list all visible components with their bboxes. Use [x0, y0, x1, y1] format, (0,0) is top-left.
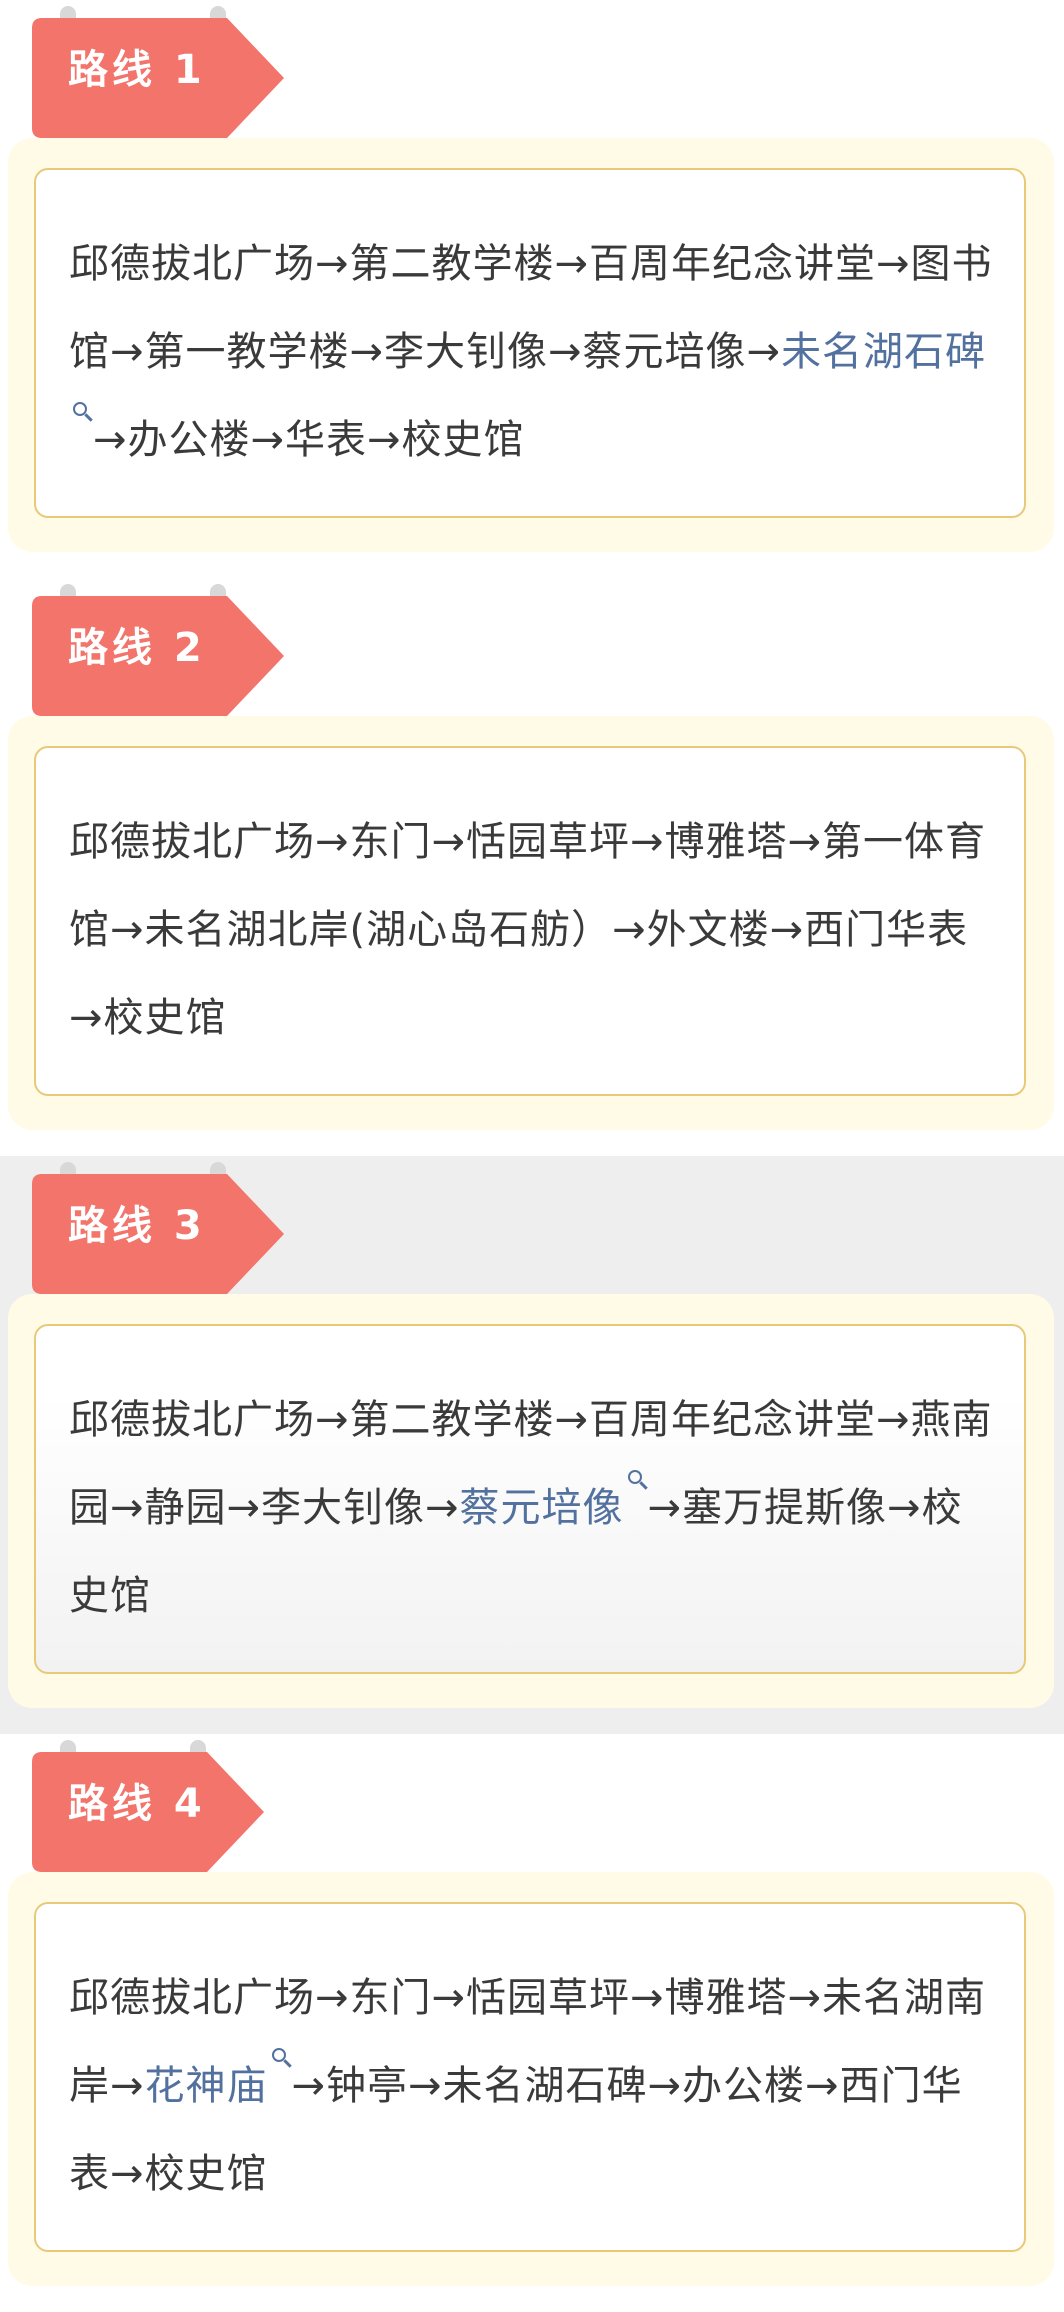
- route-sign-label: 路线 4: [68, 1781, 206, 1827]
- route-path: 邱德拔北广场→东门→恬园草坪→博雅塔→第一体育馆→未名湖北岸(湖心岛石舫）→外文…: [69, 798, 1002, 1062]
- route-section-3: 邱德拔北广场→第二教学楼→百周年纪念讲堂→燕南园→静园→李大钊像→蔡元培像 →塞万…: [0, 1156, 1064, 1734]
- route-sign-label: 路线 2: [68, 625, 206, 671]
- route-text-segment: 邱德拔北广场→东门→恬园草坪→博雅塔→第一体育馆→未名湖北岸(湖心岛石舫）→外文…: [69, 819, 987, 1041]
- route-sign-label: 路线 1: [68, 47, 206, 93]
- route-card: 邱德拔北广场→第二教学楼→百周年纪念讲堂→燕南园→静园→李大钊像→蔡元培像 →塞万…: [34, 1324, 1026, 1674]
- route-card-frame: 邱德拔北广场→第二教学楼→百周年纪念讲堂→燕南园→静园→李大钊像→蔡元培像 →塞万…: [8, 1294, 1054, 1708]
- route-link[interactable]: 蔡元培像: [459, 1470, 648, 1531]
- route-link-label: 花神庙: [144, 2063, 268, 2109]
- route-card: 邱德拔北广场→东门→恬园草坪→博雅塔→第一体育馆→未名湖北岸(湖心岛石舫）→外文…: [34, 746, 1026, 1096]
- route-sign: 路线 3: [32, 1174, 284, 1294]
- route-card-frame: 邱德拔北广场→第二教学楼→百周年纪念讲堂→图书馆→第一教学楼→李大钊像→蔡元培像…: [8, 138, 1054, 552]
- route-sign: 路线 2: [32, 596, 284, 716]
- route-section-1: 邱德拔北广场→第二教学楼→百周年纪念讲堂→图书馆→第一教学楼→李大钊像→蔡元培像…: [0, 0, 1064, 578]
- route-link-label: 未名湖石碑: [781, 329, 987, 375]
- search-icon: [627, 1470, 642, 1484]
- route-link-label: 蔡元培像: [459, 1485, 624, 1531]
- route-card: 邱德拔北广场→第二教学楼→百周年纪念讲堂→图书馆→第一教学楼→李大钊像→蔡元培像…: [34, 168, 1026, 518]
- route-card-frame: 邱德拔北广场→东门→恬园草坪→博雅塔→未名湖南岸→花神庙 →钟亭→未名湖石碑→办公…: [8, 1872, 1054, 2286]
- route-card: 邱德拔北广场→东门→恬园草坪→博雅塔→未名湖南岸→花神庙 →钟亭→未名湖石碑→办公…: [34, 1902, 1026, 2252]
- route-card-frame: 邱德拔北广场→东门→恬园草坪→博雅塔→第一体育馆→未名湖北岸(湖心岛石舫）→外文…: [8, 716, 1054, 1130]
- route-sign-label: 路线 3: [68, 1203, 206, 1249]
- route-path: 邱德拔北广场→东门→恬园草坪→博雅塔→未名湖南岸→花神庙 →钟亭→未名湖石碑→办公…: [69, 1954, 1002, 2218]
- route-section-2: 邱德拔北广场→东门→恬园草坪→博雅塔→第一体育馆→未名湖北岸(湖心岛石舫）→外文…: [0, 578, 1064, 1156]
- route-path: 邱德拔北广场→第二教学楼→百周年纪念讲堂→图书馆→第一教学楼→李大钊像→蔡元培像…: [69, 220, 1002, 484]
- search-icon: [271, 2048, 286, 2062]
- route-sign: 路线 4: [32, 1752, 264, 1872]
- route-text-segment: →办公楼→华表→校史馆: [93, 417, 525, 463]
- search-icon: [73, 402, 87, 416]
- route-path: 邱德拔北广场→第二教学楼→百周年纪念讲堂→燕南园→静园→李大钊像→蔡元培像 →塞万…: [69, 1376, 1002, 1640]
- route-link[interactable]: 花神庙: [144, 2048, 292, 2109]
- route-sign: 路线 1: [32, 18, 284, 138]
- route-section-4: 邱德拔北广场→东门→恬园草坪→博雅塔→未名湖南岸→花神庙 →钟亭→未名湖石碑→办公…: [0, 1734, 1064, 2312]
